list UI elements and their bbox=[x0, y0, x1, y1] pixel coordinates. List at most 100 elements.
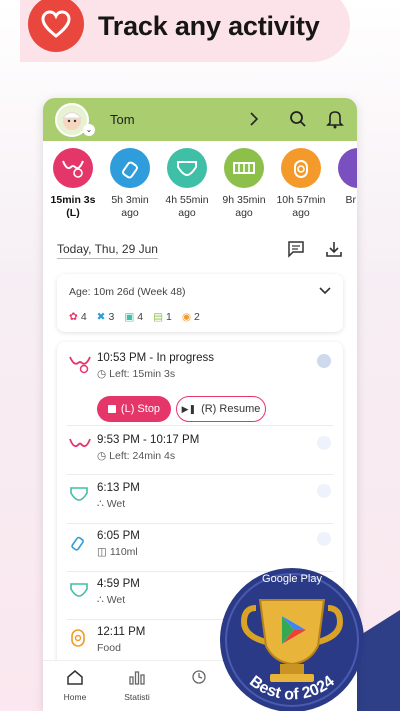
nav-statistics[interactable]: Statisti bbox=[107, 669, 167, 702]
quick-action-pump[interactable]: Br pu bbox=[330, 148, 357, 207]
entry-detail-text: 110ml bbox=[109, 546, 138, 558]
diaper-icon: ▣ bbox=[124, 311, 135, 323]
avatar bbox=[317, 436, 331, 450]
list-item[interactable]: 9:53 PM - 10:17 PM ◷ Left: 24min 4s bbox=[57, 434, 343, 474]
count-bottle: ✖ 3 bbox=[97, 311, 115, 323]
entry-detail-text: Food bbox=[97, 642, 121, 654]
quick-action-bottle[interactable]: 5h 3min ago bbox=[102, 148, 158, 219]
entry-time: 6:05 PM bbox=[97, 530, 140, 542]
count-food: ◉ 2 bbox=[182, 311, 200, 323]
activity-counts: ✿ 4 ✖ 3 ▣ 4 ▤ 1 ◉ 2 bbox=[69, 311, 200, 323]
stop-icon bbox=[107, 405, 116, 413]
download-icon[interactable] bbox=[325, 240, 343, 258]
banner-title: Track any activity bbox=[98, 11, 320, 41]
count-sleep: ▤ 1 bbox=[153, 311, 172, 323]
chevron-down-icon[interactable]: ⌄ bbox=[83, 124, 95, 136]
breastfeeding-icon: ✿ bbox=[69, 311, 78, 323]
divider bbox=[67, 474, 333, 475]
bar-chart-icon bbox=[129, 671, 145, 685]
entry-detail: Food bbox=[97, 642, 121, 654]
summary-card[interactable]: Age: 10m 26d (Week 48) ✿ 4 ✖ 3 ▣ 4 ▤ 1 ◉ 2 bbox=[57, 274, 343, 332]
entry-time: 12:11 PM bbox=[97, 626, 146, 638]
food-icon bbox=[71, 629, 85, 647]
avatar bbox=[317, 532, 331, 546]
nav-label: Statisti bbox=[124, 692, 150, 702]
quick-actions: 15min 3s (L) 5h 3min ago 4h 55min ago 9h… bbox=[43, 148, 357, 234]
breastfeeding-icon bbox=[53, 148, 93, 188]
badge-top-text: Google Play bbox=[262, 573, 322, 585]
bottle-icon bbox=[110, 148, 150, 188]
stop-label: (L) Stop bbox=[120, 403, 161, 415]
crib-icon: ▤ bbox=[153, 311, 163, 323]
avatar bbox=[317, 484, 331, 498]
food-icon: ◉ bbox=[181, 311, 192, 323]
quick-action-label: 9h 35min ago bbox=[222, 194, 266, 219]
breastfeeding-icon bbox=[69, 438, 91, 447]
search-icon[interactable] bbox=[289, 110, 307, 128]
nav-label: Home bbox=[63, 692, 87, 702]
entry-detail-text: Left: 24min 4s bbox=[109, 450, 176, 462]
quick-action-food[interactable]: 10h 57min ago bbox=[273, 148, 329, 219]
count-value: 3 bbox=[108, 311, 115, 323]
breastfeeding-icon bbox=[69, 356, 91, 374]
count-value: 1 bbox=[166, 311, 172, 323]
entry-time: 4:59 PM bbox=[97, 578, 140, 590]
baby-age: Age: 10m 26d (Week 48) bbox=[69, 286, 186, 298]
date-selector[interactable]: Today, Thu, 29 Jun bbox=[57, 242, 158, 259]
entry-detail: ◫ 110ml bbox=[97, 546, 138, 558]
entry-detail: ◷ Left: 15min 3s bbox=[97, 368, 175, 380]
diaper-icon bbox=[70, 583, 88, 597]
list-item[interactable]: 10:53 PM - In progress ◷ Left: 15min 3s (… bbox=[57, 352, 343, 428]
bottle-icon bbox=[71, 536, 84, 551]
count-diaper: ▣ 4 bbox=[124, 311, 143, 323]
quick-action-label: 15min 3s (L) bbox=[50, 194, 96, 219]
timer-icon: ◷ bbox=[97, 368, 107, 380]
food-icon bbox=[281, 148, 321, 188]
list-item[interactable]: 6:13 PM ∴ Wet bbox=[57, 482, 343, 522]
entry-time: 6:13 PM bbox=[97, 482, 140, 494]
cup-icon: ◫ bbox=[97, 546, 107, 558]
quick-action-diaper[interactable]: 4h 55min ago bbox=[159, 148, 215, 219]
count-breastfeeding: ✿ 4 bbox=[69, 311, 87, 323]
bell-icon[interactable] bbox=[326, 109, 344, 129]
chevron-right-icon[interactable] bbox=[247, 110, 261, 128]
entry-detail: ∴ Wet bbox=[97, 498, 125, 510]
diaper-icon bbox=[70, 487, 88, 501]
count-value: 4 bbox=[80, 311, 87, 323]
note-icon[interactable] bbox=[287, 240, 305, 258]
bottle-icon: ✖ bbox=[96, 311, 106, 323]
app-bar: ⌄ Tom bbox=[43, 98, 357, 141]
pump-icon bbox=[338, 148, 357, 188]
drops-icon: ∴ bbox=[97, 498, 104, 510]
quick-action-sleep[interactable]: 9h 35min ago bbox=[216, 148, 272, 219]
resume-button[interactable]: ▶❚ (R) Resume bbox=[176, 396, 266, 422]
count-value: 4 bbox=[137, 311, 144, 323]
google-play-best-of-badge: Google Play Best of 2024 bbox=[220, 568, 364, 711]
avatar bbox=[317, 354, 331, 368]
promo-banner: Track any activity bbox=[0, 0, 400, 62]
resume-label: (R) Resume bbox=[201, 403, 261, 415]
quick-action-label: 4h 55min ago bbox=[165, 194, 209, 219]
entry-time: 9:53 PM - 10:17 PM bbox=[97, 434, 200, 446]
timer-icon: ◷ bbox=[97, 450, 107, 462]
diaper-icon bbox=[167, 148, 207, 188]
quick-action-breastfeeding[interactable]: 15min 3s (L) bbox=[45, 148, 101, 219]
nav-home[interactable]: Home bbox=[45, 669, 105, 702]
entry-detail-text: Wet bbox=[106, 498, 126, 510]
quick-action-label: 5h 3min ago bbox=[111, 194, 149, 219]
stop-button[interactable]: (L) Stop bbox=[97, 396, 171, 422]
entry-detail-text: Left: 15min 3s bbox=[109, 368, 176, 380]
quick-action-label: Br pu bbox=[345, 194, 357, 206]
profile-name[interactable]: Tom bbox=[110, 112, 135, 127]
entry-time: 10:53 PM - In progress bbox=[97, 352, 214, 364]
divider bbox=[67, 523, 333, 524]
count-value: 2 bbox=[194, 311, 200, 323]
chevron-down-icon[interactable] bbox=[317, 284, 333, 298]
quick-action-label: 10h 57min ago bbox=[276, 194, 326, 219]
drops-icon: ∴ bbox=[97, 594, 104, 606]
crib-icon bbox=[224, 148, 264, 188]
divider bbox=[67, 425, 333, 426]
entry-detail-text: Wet bbox=[106, 594, 126, 606]
home-icon bbox=[67, 670, 83, 685]
play-pause-icon: ▶❚ bbox=[181, 403, 197, 414]
